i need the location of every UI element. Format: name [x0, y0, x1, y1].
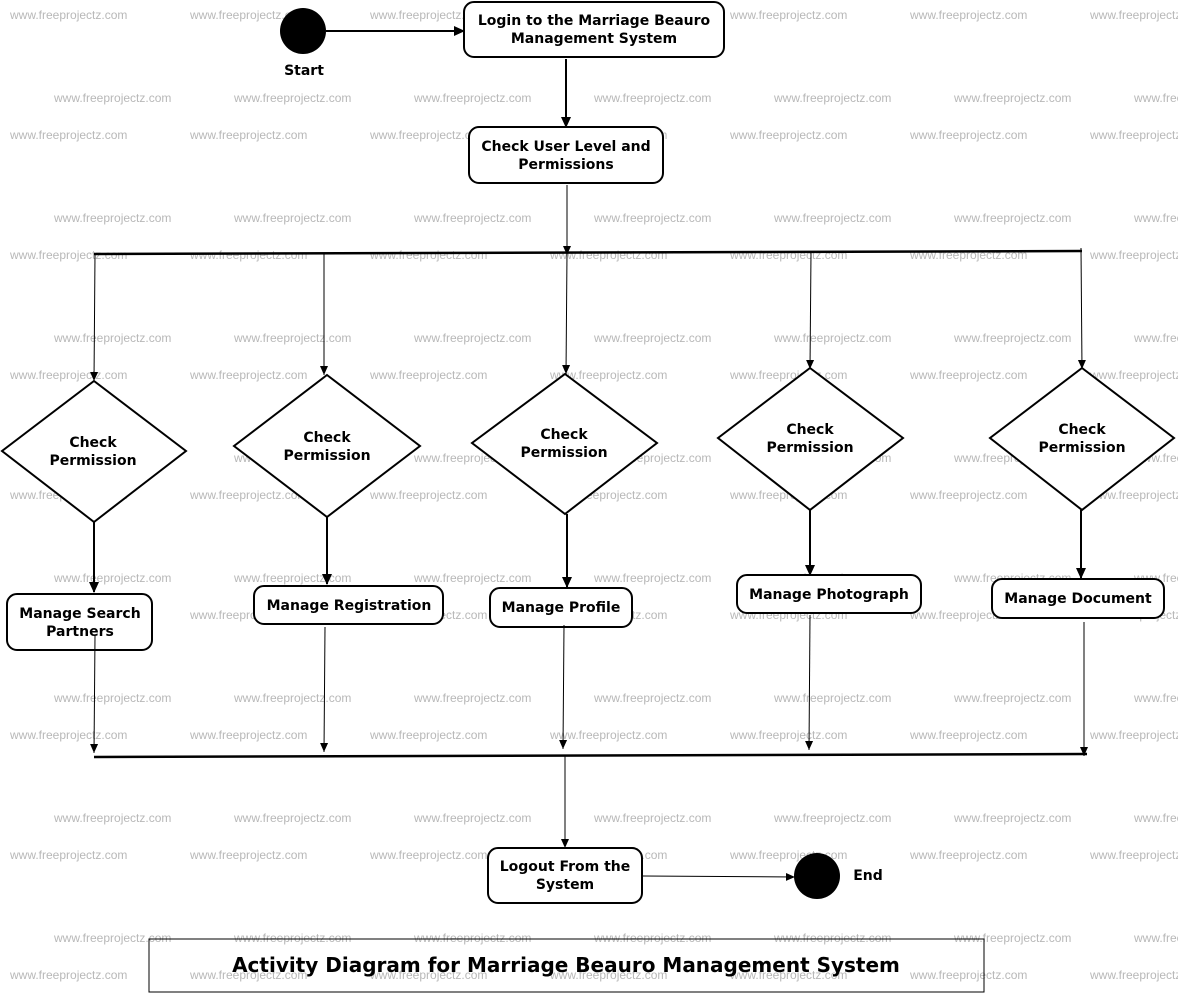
edge-fork-decision-4 [806, 251, 815, 370]
activity-manage-registration: Manage Registration [253, 585, 444, 625]
start-label: Start [284, 63, 324, 79]
decision-3: Check Permission [470, 372, 659, 516]
activity-manage-photograph: Manage Photograph [736, 574, 922, 614]
decision-diamond [988, 366, 1176, 512]
decision-5: Check Permission [988, 366, 1176, 512]
decision-diamond [0, 379, 188, 524]
edge-activity-join-1 [90, 635, 99, 754]
activity-manage-search-partners: Manage Search Partners [6, 593, 153, 651]
decision-2: Check Permission [232, 373, 422, 519]
edge-activity-join-4 [805, 614, 814, 751]
decision-label-line-2: Permission [1038, 440, 1125, 456]
activity-check-user-level [468, 126, 664, 184]
decision-label-line-1: Check [303, 430, 351, 446]
diagram-title: Activity Diagram for Marriage Beauro Man… [232, 953, 900, 977]
activity-label-line-2: Partners [46, 624, 114, 640]
decision-label-line-2: Permission [766, 440, 853, 456]
edge-fork-decision-5 [1077, 247, 1086, 370]
start-node [280, 8, 326, 54]
decision-label-line-2: Permission [283, 448, 370, 464]
decision-label-line-1: Check [1058, 422, 1106, 438]
activity-label-line-1: Manage Registration [267, 598, 432, 614]
activity-label-line-1: Manage Profile [502, 600, 621, 616]
decision-diamond [470, 372, 659, 516]
logout-line-1: Logout From the [500, 859, 631, 875]
activity-login [463, 1, 725, 58]
edge-fork-decision-3 [562, 252, 571, 375]
check-user-line-1: Check User Level and [481, 139, 650, 155]
fork-bar [93, 249, 1083, 256]
join-bar [93, 752, 1088, 759]
end-node [794, 853, 840, 899]
decision-label-line-2: Permission [520, 445, 607, 461]
activity-label-line-1: Manage Document [1004, 591, 1152, 607]
end-label: End [853, 868, 883, 884]
decision-diamond [716, 366, 905, 512]
decision-label-line-1: Check [786, 422, 834, 438]
edge-activity-join-2 [320, 626, 329, 753]
decision-label-line-2: Permission [49, 453, 136, 469]
decision-diamond [232, 373, 422, 519]
check-user-line-2: Permissions [518, 157, 613, 173]
decision-label-line-1: Check [69, 435, 117, 451]
decision-1: Check Permission [0, 379, 188, 524]
activity-diagram: Start Login to the Marriage Beauro Manag… [0, 1, 1176, 993]
edge-activity-join-3 [559, 624, 568, 750]
activity-label-line-1: Manage Search [19, 606, 140, 622]
activity-label-line-1: Manage Photograph [749, 587, 909, 603]
logout-line-2: System [536, 877, 594, 893]
login-line-2: Management System [511, 31, 677, 47]
activity-logout [487, 847, 643, 904]
edge-logout-end [642, 872, 796, 881]
activity-manage-profile: Manage Profile [489, 587, 633, 628]
edge-fork-decision-1 [90, 253, 99, 382]
decision-label-line-1: Check [540, 427, 588, 443]
activity-manage-document: Manage Document [991, 578, 1165, 619]
decision-4: Check Permission [716, 366, 905, 512]
login-line-1: Login to the Marriage Beauro [478, 13, 711, 29]
